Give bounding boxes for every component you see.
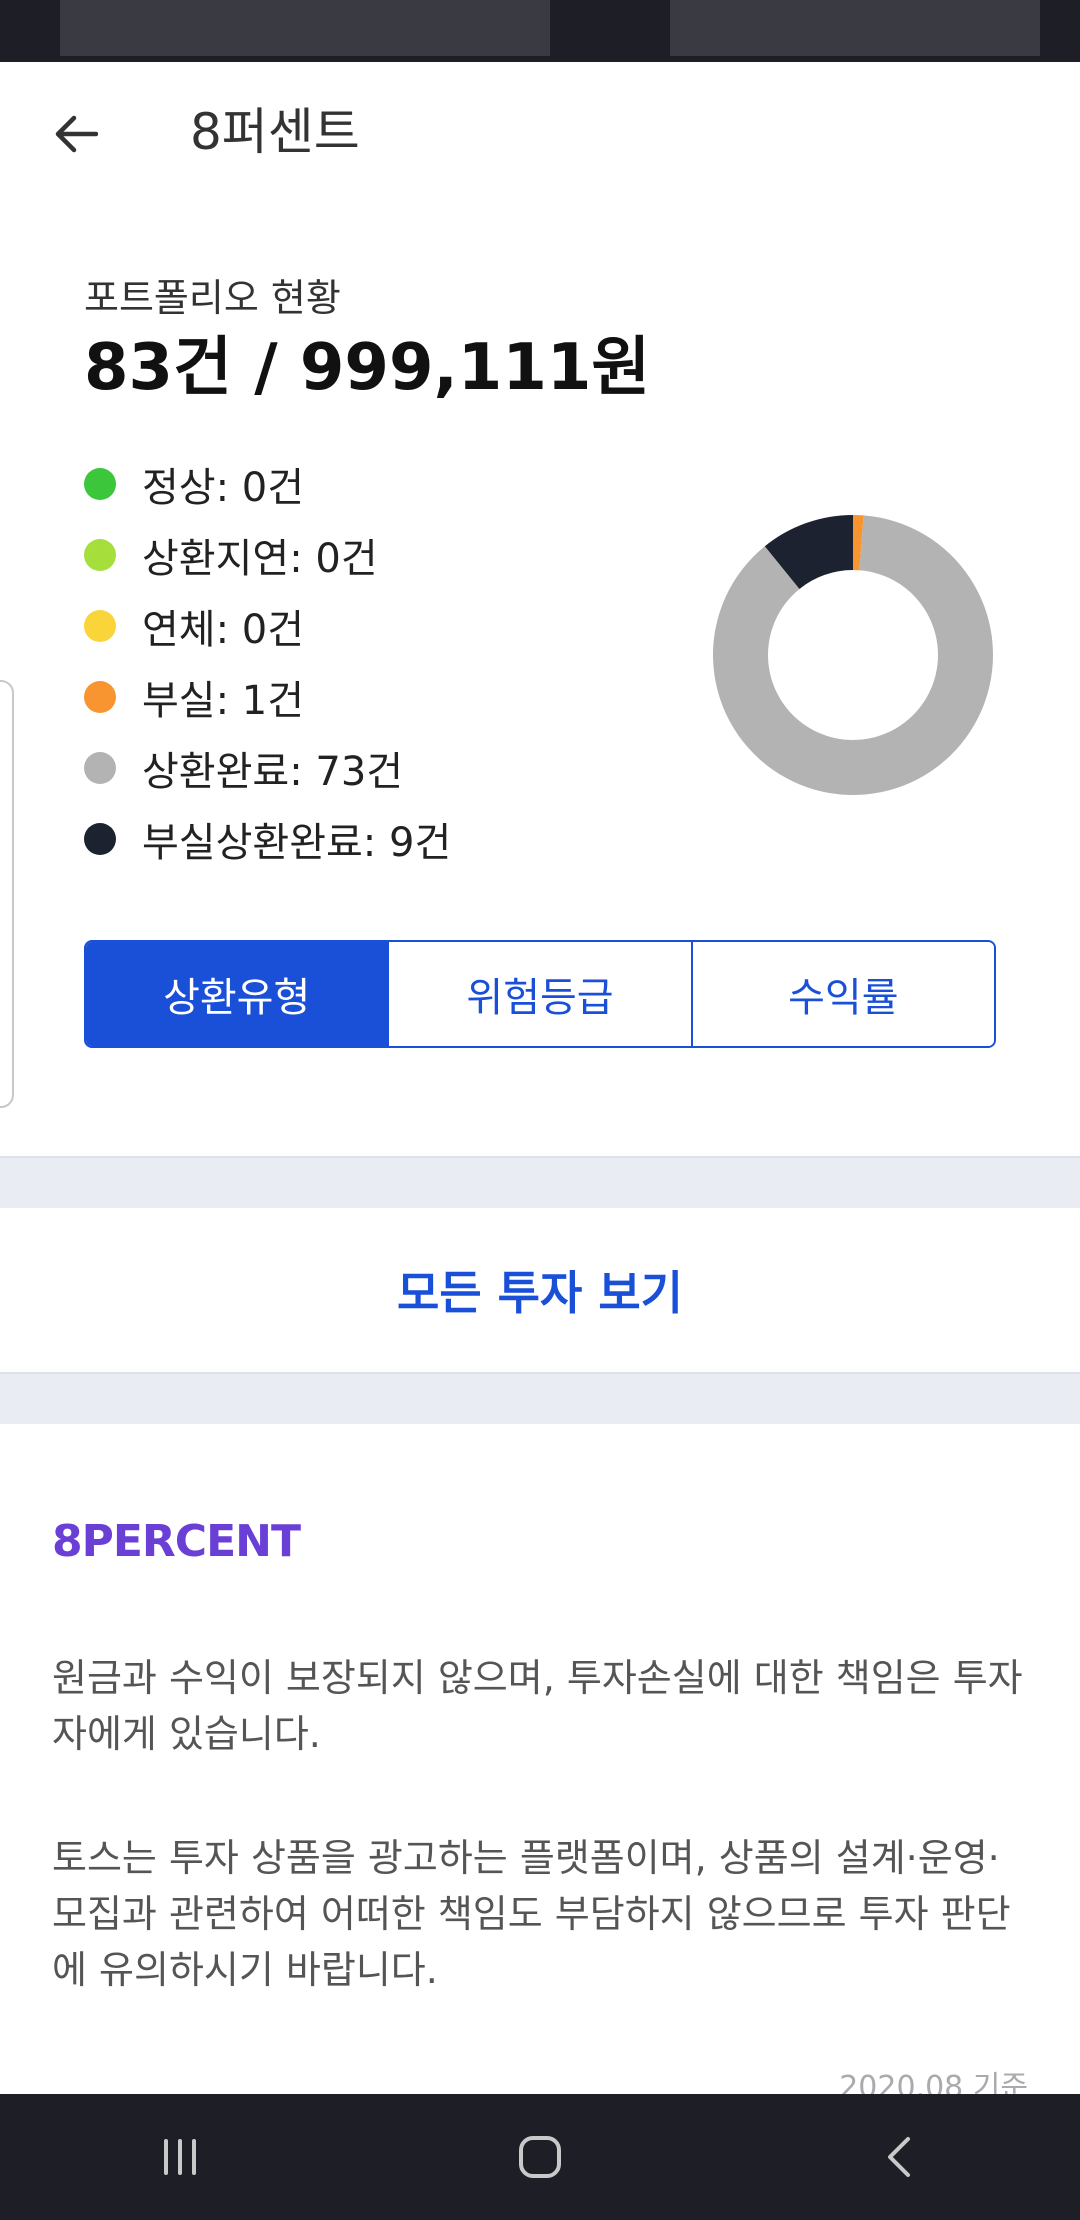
legend-label: 부실: 1건: [142, 677, 305, 724]
legend-dot: [84, 751, 116, 784]
nav-back-button[interactable]: [840, 2107, 960, 2207]
recent-apps-icon: [164, 2139, 196, 2175]
system-nav-bar: [0, 2094, 1080, 2220]
status-legend: 정상: 0건 상환지연: 0건 연체: 0건 부실: 1건 상환완료: 73건 …: [84, 448, 451, 874]
legend-dot: [84, 680, 116, 713]
legend-item-repaid: 상환완료: 73건: [84, 732, 451, 803]
disclaimer-text: 원금과 수익이 보장되지 않으며, 투자손실에 대한 책임은 투자자에게 있습니…: [52, 1656, 1023, 1756]
home-icon: [519, 2136, 561, 2178]
tab-risk-grade[interactable]: 위험등급: [387, 942, 691, 1046]
legend-dot: [84, 822, 116, 855]
back-button[interactable]: [40, 104, 110, 164]
tab-group: 상환유형 위험등급 수익률: [84, 940, 996, 1048]
status-bar-blur: [670, 0, 1040, 56]
app-bar: 8퍼센트: [0, 62, 1080, 202]
legend-item-delayed: 상환지연: 0건: [84, 519, 451, 590]
status-bar-blur: [60, 0, 550, 56]
view-all-investments-button[interactable]: 모든 투자 보기: [0, 1208, 1080, 1372]
legend-dot: [84, 609, 116, 642]
portfolio-summary: 포트폴리오 현황 83건 / 999,111원: [84, 270, 1004, 408]
arrow-left-icon: [55, 115, 98, 153]
tab-repayment-type[interactable]: 상환유형: [86, 942, 388, 1046]
section-divider: [0, 1372, 1080, 1424]
edge-panel-handle[interactable]: [0, 680, 14, 1108]
legend-label: 정상: 0건: [142, 464, 305, 511]
portfolio-label: 포트폴리오 현황: [84, 276, 341, 320]
legend-dot: [84, 467, 116, 500]
home-button[interactable]: [480, 2107, 600, 2207]
brand-logo: 8PERCENT: [52, 1516, 301, 1567]
nav-back-icon: [888, 2137, 910, 2177]
legend-label: 부실상환완료: 9건: [142, 819, 452, 866]
legend-dot: [84, 538, 116, 571]
legend-label: 연체: 0건: [142, 606, 305, 653]
legend-item-default-repaid: 부실상환완료: 9건: [84, 803, 451, 874]
legend-item-overdue: 연체: 0건: [84, 590, 451, 661]
recent-apps-button[interactable]: [120, 2107, 240, 2207]
section-divider: [0, 1156, 1080, 1208]
portfolio-donut-chart: [713, 515, 993, 795]
status-bar: [0, 0, 1080, 62]
disclaimer-text: 토스는 투자 상품을 광고하는 플랫폼이며, 상품의 설계·운영·모집과 관련하…: [52, 1836, 1011, 1992]
legend-label: 상환지연: 0건: [142, 535, 378, 582]
page-title: 8퍼센트: [190, 103, 360, 161]
legend-item-normal: 정상: 0건: [84, 448, 451, 519]
tab-return-rate[interactable]: 수익률: [690, 942, 994, 1046]
legend-item-default: 부실: 1건: [84, 661, 451, 732]
legend-label: 상환완료: 73건: [142, 748, 404, 795]
portfolio-total: 83건 / 999,111원: [84, 331, 651, 405]
